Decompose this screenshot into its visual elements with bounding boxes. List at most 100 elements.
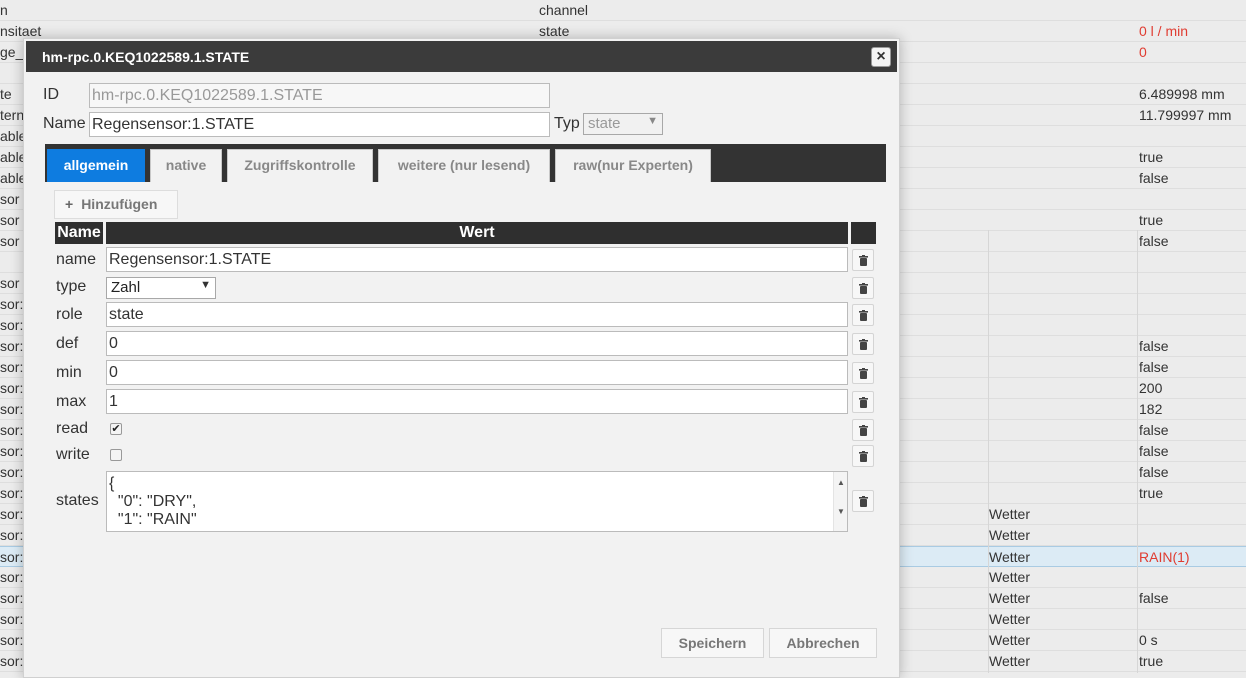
table-cell: sor: — [0, 653, 24, 669]
table-cell: tern — [0, 107, 25, 123]
scroll-up-icon: ▲ — [837, 478, 845, 487]
table-cell: channel — [539, 2, 589, 18]
table-cell: Wetter — [989, 569, 1030, 585]
trash-icon — [859, 451, 868, 462]
table-cell: false — [1139, 464, 1169, 480]
delete-property-button[interactable] — [852, 445, 874, 467]
property-label-states: states — [56, 492, 99, 509]
typ-select-value: state — [588, 115, 621, 132]
trash-icon — [859, 425, 868, 436]
tab-raw[interactable]: raw(nur Experten) — [555, 149, 711, 182]
dialog-title: hm-rpc.0.KEQ1022589.1.STATE — [42, 49, 250, 65]
delete-property-button[interactable] — [852, 490, 874, 512]
table-row[interactable]: n channel — [0, 0, 1246, 21]
add-property-button[interactable]: + Hinzufügen — [54, 190, 178, 219]
table-cell: false — [1139, 590, 1169, 606]
column-header-actions — [851, 222, 876, 244]
table-cell: Wetter — [989, 527, 1030, 543]
table-cell: false — [1139, 338, 1169, 354]
tab-weitere[interactable]: weitere (nur lesend) — [378, 149, 550, 182]
column-header-value: Wert — [106, 222, 848, 244]
name-field[interactable] — [89, 112, 550, 137]
table-cell: RAIN(1) — [1139, 549, 1190, 565]
table-cell: false — [1139, 359, 1169, 375]
table-cell: sor: — [0, 549, 24, 565]
table-cell: 182 — [1139, 401, 1163, 417]
typ-select[interactable]: state ▼ — [583, 113, 663, 135]
name-label: Name — [43, 115, 86, 132]
type-select-value: Zahl — [111, 279, 141, 296]
table-cell: 0 s — [1139, 632, 1158, 648]
table-cell: true — [1139, 149, 1164, 165]
dialog-titlebar: hm-rpc.0.KEQ1022589.1.STATE × — [26, 41, 897, 72]
trash-icon — [859, 368, 868, 379]
delete-property-button[interactable] — [852, 249, 874, 271]
table-cell: sor: — [0, 569, 24, 585]
table-cell: 11.799997 mm — [1139, 107, 1232, 123]
property-value-def[interactable] — [106, 331, 848, 356]
property-label-max: max — [56, 393, 87, 410]
plus-icon: + — [65, 196, 74, 212]
delete-property-button[interactable] — [852, 391, 874, 413]
delete-property-button[interactable] — [852, 333, 874, 355]
table-cell: true — [1139, 653, 1164, 669]
table-cell: sor: — [0, 632, 24, 648]
table-cell: state — [539, 23, 570, 39]
property-label-type: type — [56, 278, 87, 295]
save-button[interactable]: Speichern — [661, 628, 764, 658]
table-cell: te — [0, 86, 12, 102]
property-label-min: min — [56, 364, 82, 381]
chevron-down-icon: ▼ — [647, 115, 658, 127]
table-cell: ge_ — [0, 44, 24, 60]
scroll-down-icon: ▼ — [837, 507, 845, 516]
write-checkbox[interactable] — [110, 449, 122, 461]
property-value-role[interactable] — [106, 302, 848, 327]
tab-allgemein[interactable]: allgemein — [47, 149, 145, 182]
close-button[interactable]: × — [871, 47, 891, 67]
table-cell: 200 — [1139, 380, 1163, 396]
table-cell: sor: — [0, 590, 24, 606]
delete-property-button[interactable] — [852, 277, 874, 299]
table-cell: true — [1139, 212, 1164, 228]
trash-icon — [859, 496, 868, 507]
delete-property-button[interactable] — [852, 419, 874, 441]
table-cell: Wetter — [989, 506, 1030, 522]
edit-object-dialog: hm-rpc.0.KEQ1022589.1.STATE × ID Name Ty… — [23, 38, 900, 678]
property-value-min[interactable] — [106, 360, 848, 385]
property-label-role: role — [56, 306, 83, 323]
states-text: { "0": "DRY", "1": "RAIN" — [109, 475, 197, 528]
property-value-name[interactable] — [106, 247, 848, 272]
tab-native[interactable]: native — [150, 149, 222, 182]
table-cell: sor — [0, 275, 20, 291]
table-cell: sor: — [0, 527, 24, 543]
add-property-label: Hinzufügen — [81, 196, 158, 212]
column-header-name: Name — [55, 222, 103, 244]
table-cell: Wetter — [989, 590, 1030, 606]
tab-zugriffskontrolle[interactable]: Zugriffskontrolle — [227, 149, 373, 182]
property-value-states-textarea[interactable]: { "0": "DRY", "1": "RAIN" ▲ ▼ — [106, 471, 848, 532]
table-cell: 0 — [1139, 44, 1147, 60]
property-value-type-select[interactable]: Zahl ▼ — [106, 277, 216, 299]
states-scrollbar[interactable]: ▲ ▼ — [833, 472, 847, 531]
table-cell: Wetter — [989, 632, 1030, 648]
table-cell: Wetter — [989, 549, 1030, 565]
table-cell: nsitaet — [0, 23, 42, 39]
cancel-button[interactable]: Abbrechen — [769, 628, 877, 658]
property-value-max[interactable] — [106, 389, 848, 414]
property-label-def: def — [56, 335, 79, 352]
delete-property-button[interactable] — [852, 362, 874, 384]
trash-icon — [859, 255, 868, 266]
table-cell: 0 l / min — [1139, 23, 1189, 39]
read-checkbox[interactable]: ✔ — [110, 423, 122, 435]
property-label-name: name — [56, 251, 97, 268]
id-field[interactable] — [89, 83, 550, 108]
trash-icon — [859, 283, 868, 294]
table-cell: sor: — [0, 611, 24, 627]
table-cell: Wetter — [989, 653, 1030, 669]
table-cell: Wetter — [989, 611, 1030, 627]
delete-property-button[interactable] — [852, 304, 874, 326]
table-cell: false — [1139, 170, 1169, 186]
table-cell: false — [1139, 443, 1169, 459]
trash-icon — [859, 310, 868, 321]
table-cell: 6.489998 mm — [1139, 86, 1225, 102]
